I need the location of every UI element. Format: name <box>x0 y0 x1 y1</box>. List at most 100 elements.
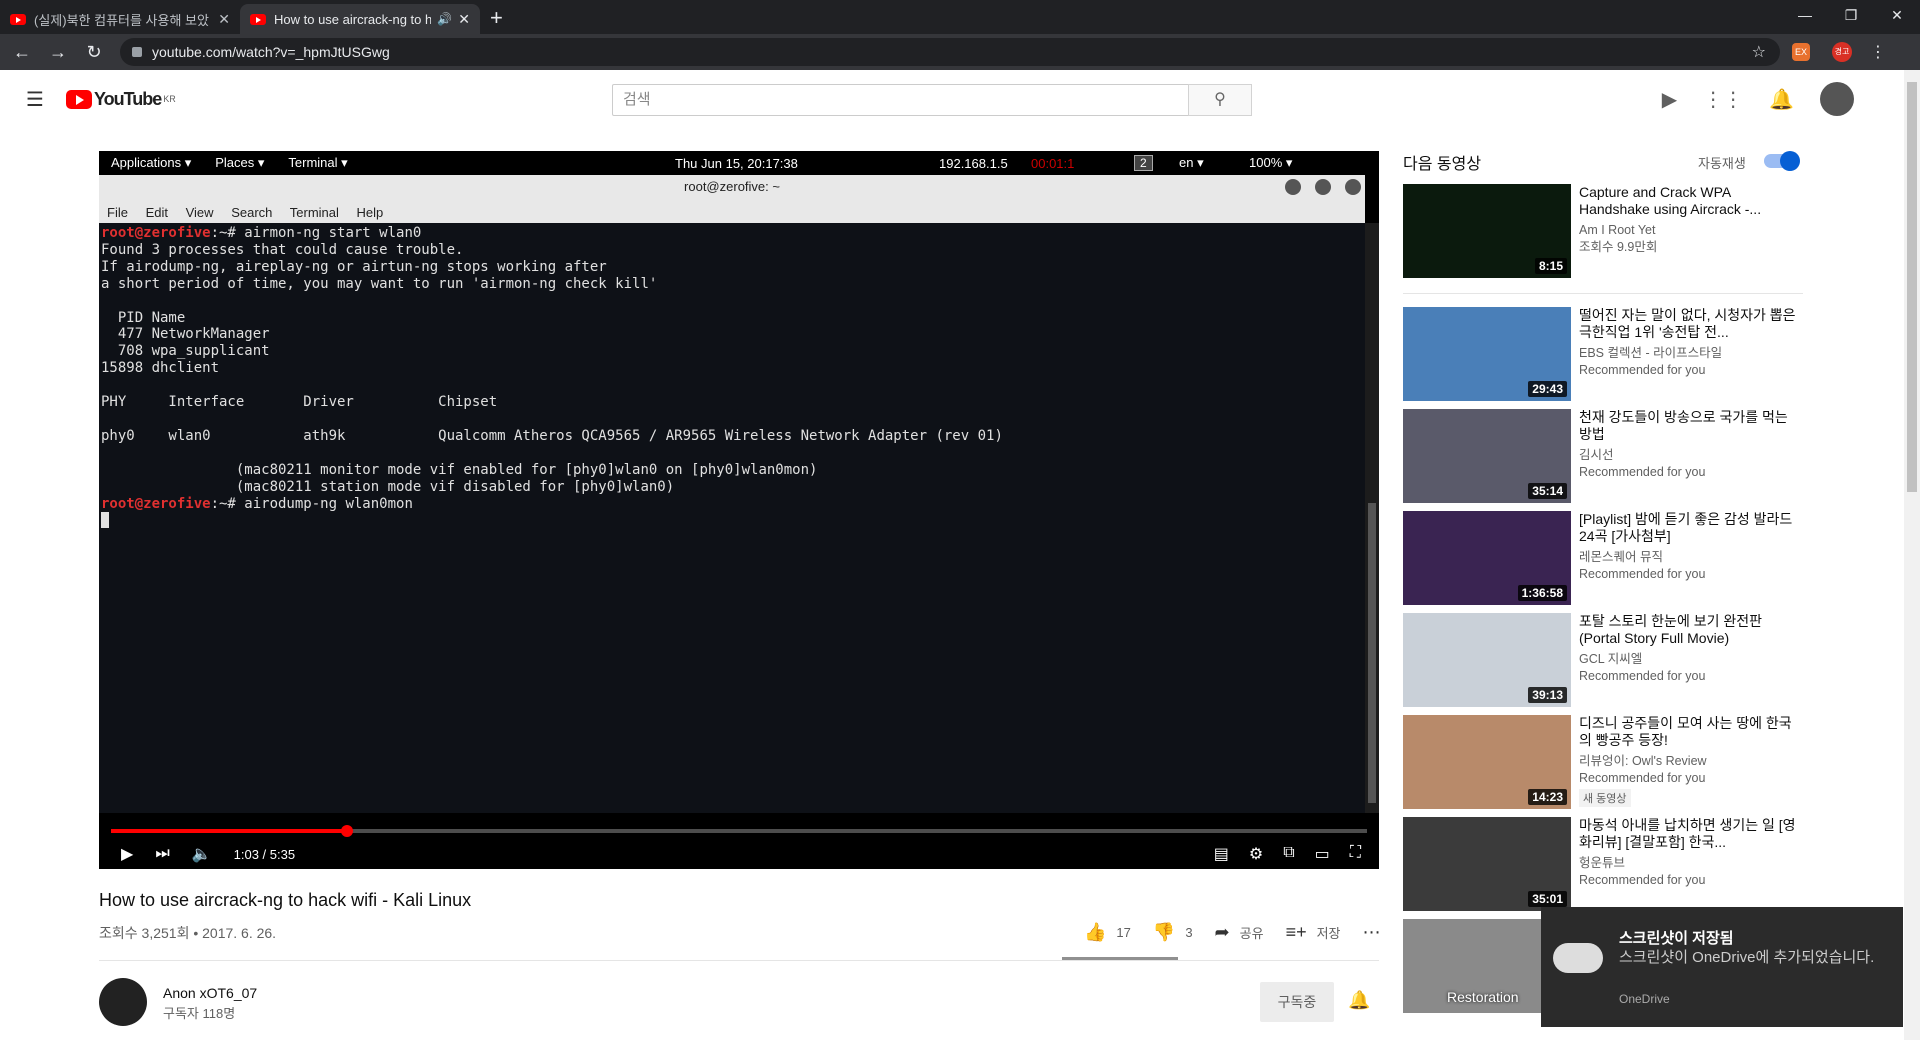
video-thumbnail[interactable]: 35:14 <box>1403 409 1571 503</box>
volume-icon[interactable]: 🔈 <box>192 844 212 864</box>
youtube-play-logo-icon <box>65 89 92 109</box>
speaker-icon[interactable]: 🔊 <box>437 12 452 26</box>
video-card-stat: Recommended for you <box>1579 363 1706 377</box>
browser-tab-2[interactable]: How to use aircrack-ng to h 🔊 ✕ <box>240 4 480 34</box>
video-duration: 35:14 <box>1528 483 1567 499</box>
notifications-bell-icon[interactable]: 🔔 <box>1769 87 1794 112</box>
video-card-title[interactable]: Capture and Crack WPA Handshake using Ai… <box>1579 184 1799 218</box>
save-button[interactable]: 저장 <box>1317 923 1341 942</box>
save-playlist-icon[interactable]: ≡+ <box>1286 922 1307 943</box>
browser-menu-icon[interactable]: ⋮ <box>1870 42 1886 62</box>
video-info: Capture and Crack WPA Handshake using Ai… <box>1579 184 1799 293</box>
video-thumbnail[interactable]: 1:36:58 <box>1403 511 1571 605</box>
recommended-video[interactable]: 35:01 마동석 아내를 납치하면 생기는 일 [영화리뷰] [결말포함] 한… <box>1403 817 1803 919</box>
channel-notification-bell-icon[interactable]: 🔔 <box>1348 990 1370 1011</box>
kali-language: en ▾ <box>1179 155 1204 170</box>
hamburger-menu-icon[interactable]: ☰ <box>26 87 44 112</box>
video-meta: 조회수 3,251회 • 2017. 6. 26. <box>99 925 277 941</box>
terminal-menu-file: File <box>107 205 128 220</box>
subtitles-icon[interactable]: ▤ <box>1214 844 1229 864</box>
video-card-stat: Recommended for you <box>1579 669 1706 683</box>
url-bar[interactable]: youtube.com/watch?v=_hpmJtUSGwg ☆ <box>120 38 1780 66</box>
forward-icon[interactable]: → <box>44 42 72 63</box>
tab-close-icon[interactable]: ✕ <box>218 11 230 28</box>
video-progress-bar[interactable] <box>111 825 1367 837</box>
video-thumbnail[interactable]: 14:23 <box>1403 715 1571 809</box>
video-duration: 8:15 <box>1534 258 1567 274</box>
extension-icon[interactable]: EX <box>1792 43 1810 61</box>
video-card-title[interactable]: 천재 강도들이 방송으로 국가를 먹는 방법 <box>1579 409 1799 443</box>
thumbnail-caption: Restoration <box>1447 989 1519 1005</box>
back-icon[interactable]: ← <box>8 42 36 63</box>
recommended-video[interactable]: 29:43 떨어진 자는 말이 없다, 시청자가 뽑은 극한직업 1위 '송전탑… <box>1403 307 1803 409</box>
account-avatar[interactable] <box>1820 82 1854 116</box>
miniplayer-icon[interactable]: ⧉ <box>1283 844 1294 864</box>
new-tab-button[interactable]: + <box>490 4 503 34</box>
recommended-video[interactable]: 39:13 포탈 스토리 한눈에 보기 완전판 (Portal Story Fu… <box>1403 613 1803 715</box>
cloud-icon <box>1553 943 1603 973</box>
minimize-icon[interactable]: — <box>1782 0 1828 30</box>
channel-avatar[interactable] <box>99 978 147 1026</box>
more-options-icon[interactable]: ⋯ <box>1363 922 1381 943</box>
subscribe-button[interactable]: 구독중 <box>1260 982 1334 1022</box>
fullscreen-icon[interactable]: ⛶ <box>1350 844 1361 864</box>
terminal-prompt: root@zerofive <box>101 225 211 241</box>
tab-close-icon[interactable]: ✕ <box>458 11 470 28</box>
player-controls: ▶ ⏭ 🔈 1:03 / 5:35 ▤ ⚙ ⧉ ▭ ⛶ <box>99 839 1379 869</box>
video-card-title[interactable]: 포탈 스토리 한눈에 보기 완전판 (Portal Story Full Mov… <box>1579 613 1799 647</box>
terminal-scrollbar <box>1365 223 1379 813</box>
recommended-video[interactable]: 35:14 천재 강도들이 방송으로 국가를 먹는 방법 김시선 Recomme… <box>1403 409 1803 511</box>
video-thumbnail[interactable]: 35:01 <box>1403 817 1571 911</box>
video-info: 디즈니 공주들이 모여 사는 땅에 한국의 빵공주 등장! 리뷰엉이: Owl'… <box>1579 715 1799 817</box>
video-thumbnail[interactable]: 39:13 <box>1403 613 1571 707</box>
video-card-title[interactable]: 디즈니 공주들이 모여 사는 땅에 한국의 빵공주 등장! <box>1579 715 1799 749</box>
video-info: 마동석 아내를 납치하면 생기는 일 [영화리뷰] [결말포함] 한국... 헝… <box>1579 817 1799 919</box>
video-card-title[interactable]: [Playlist] 밤에 듣기 좋은 감성 발라드 24곡 [가사첨부] <box>1579 511 1799 545</box>
share-button[interactable]: 공유 <box>1240 923 1264 942</box>
page-scroll-thumb[interactable] <box>1907 82 1917 492</box>
restore-icon[interactable]: ❐ <box>1828 0 1874 30</box>
dislike-icon[interactable]: 👎 <box>1153 922 1175 943</box>
autoplay-toggle[interactable] <box>1764 151 1800 171</box>
onedrive-notification[interactable]: 스크린샷이 저장됨 스크린샷이 OneDrive에 추가되었습니다. OneDr… <box>1541 907 1903 1027</box>
reload-icon[interactable]: ↻ <box>80 42 108 63</box>
recommended-video[interactable]: 1:36:58 [Playlist] 밤에 듣기 좋은 감성 발라드 24곡 [… <box>1403 511 1803 613</box>
bookmark-star-icon[interactable]: ☆ <box>1752 42 1766 62</box>
browser-tab-1[interactable]: (실제)북한 컴퓨터를 사용해 보았 ✕ <box>0 4 240 34</box>
play-icon[interactable]: ▶ <box>121 844 133 864</box>
create-video-icon[interactable]: ▶ <box>1662 87 1677 112</box>
video-card-title[interactable]: 떨어진 자는 말이 없다, 시청자가 뽑은 극한직업 1위 '송전탑 전... <box>1579 307 1799 341</box>
video-card-channel: 리뷰엉이: Owl's Review <box>1579 754 1707 768</box>
youtube-favicon-icon <box>10 13 26 25</box>
kali-ip: 192.168.1.5 <box>939 155 1008 171</box>
autoplay-label: 자동재생 <box>1698 156 1746 171</box>
new-video-badge: 새 동영상 <box>1579 789 1631 807</box>
terminal-text: Found 3 processes that could cause troub… <box>101 241 1003 495</box>
video-card-title[interactable]: 마동석 아내를 납치하면 생기는 일 [영화리뷰] [결말포함] 한국... <box>1579 817 1799 851</box>
video-card-channel: 레몬스퀘어 뮤직 <box>1579 550 1663 564</box>
search-button[interactable]: ⚲ <box>1188 84 1252 116</box>
close-window-icon[interactable]: ✕ <box>1874 0 1920 30</box>
search-input[interactable]: 검색 <box>612 84 1189 116</box>
terminal-menu-edit: Edit <box>145 205 168 220</box>
youtube-logo[interactable]: YouTube KR <box>65 88 176 110</box>
browser-tab-bar: (실제)북한 컴퓨터를 사용해 보았 ✕ How to use aircrack… <box>0 0 1920 34</box>
settings-gear-icon[interactable]: ⚙ <box>1249 844 1263 864</box>
video-thumbnail[interactable]: 8:15 <box>1403 184 1571 278</box>
like-icon[interactable]: 👍 <box>1084 922 1106 943</box>
next-icon[interactable]: ⏭ <box>155 845 169 863</box>
progress-scrubber[interactable] <box>341 825 354 837</box>
search-icon: ⚲ <box>1214 91 1226 108</box>
share-icon[interactable]: ➦ <box>1215 922 1230 943</box>
apps-grid-icon[interactable]: ⋮⋮ <box>1703 87 1743 112</box>
channel-name[interactable]: Anon xOT6_07 <box>163 985 257 1001</box>
video-thumbnail[interactable]: 29:43 <box>1403 307 1571 401</box>
theater-mode-icon[interactable]: ▭ <box>1315 844 1330 864</box>
logo-text: YouTube <box>93 88 162 109</box>
page-scrollbar[interactable] <box>1904 70 1920 1040</box>
video-player[interactable]: Applications ▾ Places ▾ Terminal ▾ Thu J… <box>99 151 1379 869</box>
recommended-video[interactable]: 8:15 Capture and Crack WPA Handshake usi… <box>1403 184 1803 294</box>
recommended-video[interactable]: 14:23 디즈니 공주들이 모여 사는 땅에 한국의 빵공주 등장! 리뷰엉이… <box>1403 715 1803 817</box>
youtube-header: ☰ YouTube KR 검색 ⚲ ▶ ⋮⋮ 🔔 <box>0 70 1904 128</box>
profile-avatar[interactable]: 경고 <box>1832 42 1852 62</box>
